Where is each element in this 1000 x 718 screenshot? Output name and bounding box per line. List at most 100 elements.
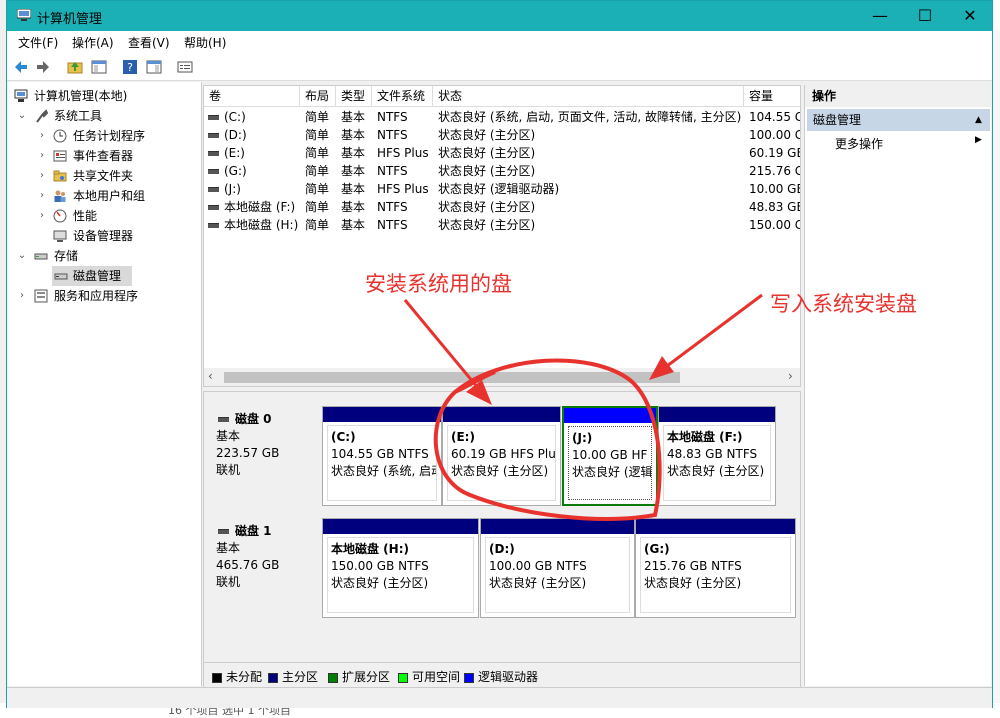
expand-chevron-icon[interactable]: › bbox=[37, 146, 47, 166]
tree-item-local-users-groups[interactable]: › 本地用户和组 bbox=[8, 186, 198, 206]
forward-arrow-icon[interactable] bbox=[35, 59, 51, 75]
expand-chevron-icon[interactable]: › bbox=[17, 286, 27, 306]
tree-item-storage[interactable]: ⌄ 存储 bbox=[8, 246, 198, 266]
computer-management-icon bbox=[17, 9, 31, 21]
disk-1-label[interactable]: 磁盘 1 基本 465.76 GB 联机 bbox=[208, 514, 316, 622]
tree-item-system-tools[interactable]: ⌄ 系统工具 bbox=[8, 106, 198, 126]
minimize-button[interactable]: — bbox=[857, 1, 903, 31]
expand-chevron-icon[interactable]: › bbox=[37, 186, 47, 206]
disk-type: 基本 bbox=[216, 429, 241, 443]
close-button[interactable]: ✕ bbox=[947, 1, 993, 31]
title-bar[interactable]: 计算机管理 — ☐ ✕ bbox=[7, 1, 992, 31]
partition-color-bar bbox=[323, 407, 441, 422]
partition-color-bar bbox=[659, 407, 775, 422]
expand-chevron-icon[interactable]: › bbox=[37, 126, 47, 146]
partition-legend: 未分配 主分区 扩展分区 可用空间 逻辑驱动器 bbox=[204, 662, 800, 687]
disk-size: 223.57 GB bbox=[216, 446, 280, 460]
computer-management-icon bbox=[14, 89, 28, 102]
column-header-volume[interactable]: 卷 bbox=[204, 86, 300, 106]
menu-file[interactable]: 文件(F) bbox=[18, 34, 58, 51]
partition-color-bar bbox=[636, 519, 795, 534]
tools-icon bbox=[36, 109, 48, 123]
disk-name: 磁盘 0 bbox=[235, 412, 272, 426]
legend-item: 未分配 bbox=[212, 668, 262, 685]
expand-chevron-icon[interactable]: › bbox=[37, 166, 47, 186]
tree-item-event-viewer[interactable]: › 事件查看器 bbox=[8, 146, 198, 166]
partition-f[interactable]: 本地磁盘 (F:) 48.83 GB NTFS 状态良好 (主分区) bbox=[658, 406, 776, 506]
submenu-arrow-icon: ▶ bbox=[975, 135, 982, 145]
table-row[interactable]: (C:) 简单 基本 NTFS 状态良好 (系统, 启动, 页面文件, 活动, 故障转储… bbox=[204, 108, 800, 126]
help-icon[interactable]: ? bbox=[122, 59, 138, 75]
tree-item-performance[interactable]: › 性能 bbox=[8, 206, 198, 226]
window-title: 计算机管理 bbox=[37, 12, 103, 27]
collapse-chevron-icon[interactable]: ⌄ bbox=[17, 246, 27, 266]
volume-icon bbox=[208, 151, 219, 156]
volume-icon bbox=[208, 223, 219, 228]
partition-color-bar bbox=[564, 408, 656, 423]
partition-color-bar bbox=[481, 519, 634, 534]
menu-help[interactable]: 帮助(H) bbox=[184, 34, 226, 51]
legend-swatch bbox=[212, 672, 222, 683]
legend-swatch bbox=[398, 672, 408, 683]
device-manager-icon bbox=[53, 230, 67, 242]
horizontal-scrollbar[interactable]: ‹ › bbox=[204, 368, 800, 386]
table-row[interactable]: 本地磁盘 (H:)简单基本NTFS状态良好 (主分区)150.00 GB bbox=[204, 216, 800, 234]
more-actions-item[interactable]: 更多操作 ▶ bbox=[835, 135, 982, 152]
column-header-layout[interactable]: 布局 bbox=[300, 86, 336, 106]
actions-section-disk-management[interactable]: 磁盘管理 ▲ bbox=[807, 109, 990, 131]
show-hide-action-pane-icon[interactable] bbox=[146, 59, 162, 75]
partition-j[interactable]: (J:) 10.00 GB HF 状态良好 (逻辑 bbox=[562, 406, 658, 506]
legend-item: 扩展分区 bbox=[328, 668, 390, 685]
disk-state: 联机 bbox=[216, 463, 241, 477]
table-row[interactable]: (D:)简单基本NTFS状态良好 (主分区)100.00 GB bbox=[204, 126, 800, 144]
partition-g[interactable]: (G:) 215.76 GB NTFS 状态良好 (主分区) bbox=[635, 518, 796, 618]
table-row[interactable]: (J:) 简单 基本 HFS Plus 状态良好 (逻辑驱动器) 10.00 GB bbox=[204, 180, 800, 198]
maximize-button[interactable]: ☐ bbox=[902, 1, 948, 31]
partition-h[interactable]: 本地磁盘 (H:) 150.00 GB NTFS 状态良好 (主分区) bbox=[322, 518, 479, 618]
collapse-up-icon[interactable]: ▲ bbox=[975, 109, 982, 131]
column-header-filesystem[interactable]: 文件系统 bbox=[372, 86, 433, 106]
legend-swatch bbox=[268, 672, 278, 683]
partition-e[interactable]: (E:) 60.19 GB HFS Plu 状态良好 (主分区) bbox=[442, 406, 561, 506]
menu-action[interactable]: 操作(A) bbox=[72, 34, 114, 51]
volume-icon bbox=[208, 205, 219, 210]
menu-view[interactable]: 查看(V) bbox=[128, 34, 170, 51]
column-header-capacity[interactable]: 容量 bbox=[744, 86, 800, 106]
partition-c[interactable]: (C:) 104.55 GB NTFS 状态良好 (系统, 启动 bbox=[322, 406, 442, 506]
disk-0-label[interactable]: 磁盘 0 基本 223.57 GB 联机 bbox=[208, 402, 316, 510]
tree-item-services-applications[interactable]: › 服务和应用程序 bbox=[8, 286, 198, 306]
users-icon bbox=[54, 190, 66, 202]
disk-type: 基本 bbox=[216, 541, 241, 555]
expand-chevron-icon[interactable]: › bbox=[37, 206, 47, 226]
column-header-status[interactable]: 状态 bbox=[433, 86, 744, 106]
partition-d[interactable]: (D:) 100.00 GB NTFS 状态良好 (主分区) bbox=[480, 518, 635, 618]
legend-item: 可用空间 bbox=[398, 668, 460, 685]
properties-icon[interactable] bbox=[177, 59, 193, 75]
table-row[interactable]: (G:)简单基本NTFS状态良好 (主分区)215.76 GB bbox=[204, 162, 800, 180]
scroll-right-icon[interactable]: › bbox=[788, 369, 793, 383]
toolbar: ? bbox=[7, 53, 992, 81]
up-folder-icon[interactable] bbox=[67, 59, 83, 75]
tree-item-shared-folders[interactable]: › 共享文件夹 bbox=[8, 166, 198, 186]
tree-item-task-scheduler[interactable]: › 任务计划程序 bbox=[8, 126, 198, 146]
table-row[interactable]: (E:) 简单 基本 HFS Plus 状态良好 (主分区) 60.19 GB bbox=[204, 144, 800, 162]
collapse-chevron-icon[interactable]: ⌄ bbox=[17, 106, 27, 126]
menu-bar: 文件(F) 操作(A) 查看(V) 帮助(H) bbox=[7, 31, 992, 53]
column-header-type[interactable]: 类型 bbox=[336, 86, 372, 106]
back-arrow-icon[interactable] bbox=[13, 59, 29, 75]
volume-list-header: 卷 布局 类型 文件系统 状态 容量 bbox=[204, 86, 800, 107]
performance-icon bbox=[53, 209, 67, 223]
table-row[interactable]: 本地磁盘 (F:) 简单 基本 NTFS 状态良好 (主分区) 48.83 GB bbox=[204, 198, 800, 216]
partition-color-bar bbox=[323, 519, 478, 534]
disk-size: 465.76 GB bbox=[216, 558, 280, 572]
shared-folder-icon bbox=[53, 170, 67, 182]
scrollbar-thumb[interactable] bbox=[224, 372, 680, 383]
computer-management-window: 计算机管理 — ☐ ✕ 文件(F) 操作(A) 查看(V) 帮助(H) ? 计算… bbox=[6, 0, 993, 708]
tree-item-computer-management[interactable]: 计算机管理(本地) bbox=[8, 86, 198, 106]
show-hide-tree-icon[interactable] bbox=[91, 59, 107, 75]
navigation-tree: 计算机管理(本地) ⌄ 系统工具 › 任务计划程序 › 事件查看器 › 共享文件… bbox=[8, 82, 202, 686]
scroll-left-icon[interactable]: ‹ bbox=[208, 369, 213, 383]
tree-item-device-manager[interactable]: 设备管理器 bbox=[8, 226, 198, 246]
clock-icon bbox=[53, 129, 67, 143]
tree-item-disk-management[interactable]: 磁盘管理 bbox=[52, 266, 132, 286]
